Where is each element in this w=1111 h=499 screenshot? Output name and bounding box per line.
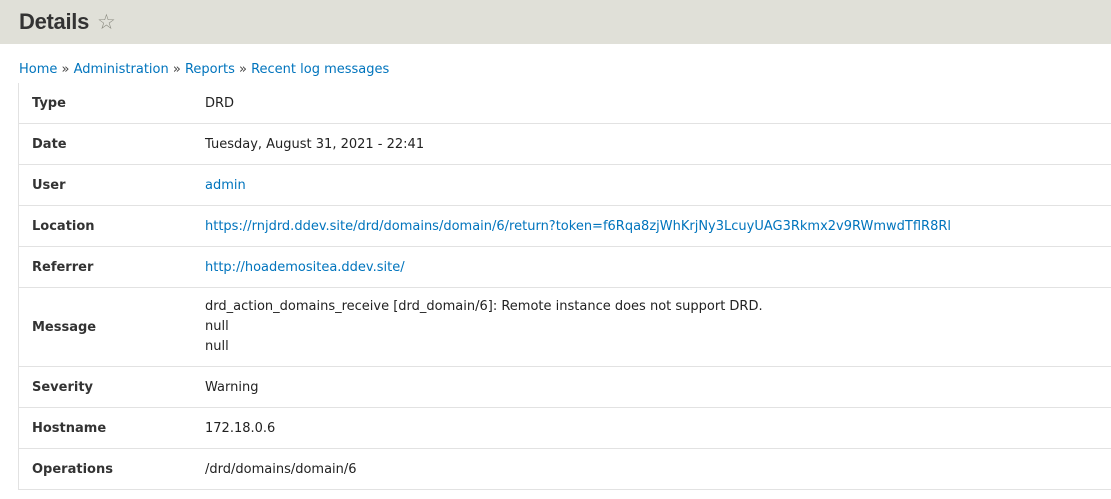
row-severity: Severity Warning	[18, 366, 1111, 408]
page-title: Details	[19, 9, 90, 34]
message-line: drd_action_domains_receive [drd_domain/6…	[205, 299, 763, 314]
breadcrumb-recent-log-messages[interactable]: Recent log messages	[251, 62, 389, 77]
label: Referrer	[18, 246, 205, 288]
label: Operations	[18, 448, 205, 490]
row-type: Type DRD	[18, 83, 1111, 124]
label: Message	[18, 287, 205, 367]
value: 172.18.0.6	[205, 407, 1111, 449]
message-line: null	[205, 319, 229, 334]
breadcrumb: Home » Administration » Reports » Recent…	[19, 62, 390, 77]
row-operations: Operations/drd/domains/domain/6	[18, 448, 1111, 490]
referrer-link[interactable]: http://hoademositea.ddev.site/	[205, 260, 405, 275]
value: /drd/domains/domain/6	[205, 448, 1111, 490]
label: Date	[18, 123, 205, 165]
row-location: Location https://rnjdrd.ddev.site/drd/dom…	[18, 205, 1111, 247]
value: DRD	[205, 83, 1111, 124]
row-referrer: Referrer http://hoademositea.ddev.site/	[18, 246, 1111, 288]
value: Tuesday, August 31, 2021 - 22:41	[205, 123, 1111, 165]
label: Type	[18, 83, 205, 124]
log-details-table: Type DRD Date Tuesday, August 31, 2021 - 2…	[18, 83, 1111, 490]
row-message: Message drd_action_domains_receive [drd_d…	[18, 287, 1111, 367]
row-user: User admin	[18, 164, 1111, 206]
location-link[interactable]: https://rnjdrd.ddev.site/drd/domains/dom…	[205, 219, 951, 234]
label: User	[18, 164, 205, 206]
row-hostname: Hostname 172.18.0.6	[18, 407, 1111, 449]
user-link[interactable]: admin	[205, 178, 246, 193]
label: Hostname	[18, 407, 205, 449]
breadcrumb-administration[interactable]: Administration	[74, 62, 169, 77]
page-header: Details ☆	[0, 0, 1111, 44]
breadcrumb-reports[interactable]: Reports	[185, 62, 235, 77]
breadcrumb-home[interactable]: Home	[19, 62, 57, 77]
value: Warning	[205, 366, 1111, 408]
label: Location	[18, 205, 205, 247]
label: Severity	[18, 366, 205, 408]
row-date: Date Tuesday, August 31, 2021 - 22:41	[18, 123, 1111, 165]
message-value: drd_action_domains_receive [drd_domain/6…	[205, 287, 1111, 367]
message-line: null	[205, 339, 229, 354]
star-outline-icon[interactable]: ☆	[97, 11, 116, 33]
